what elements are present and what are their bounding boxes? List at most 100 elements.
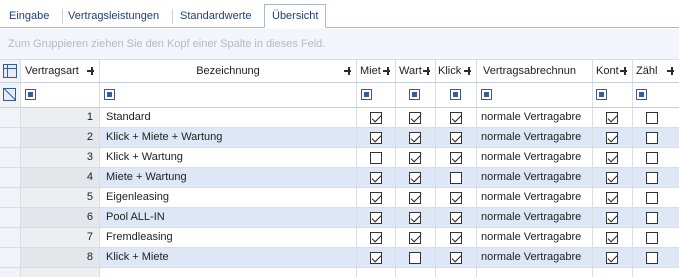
klick-checkbox[interactable] [450, 112, 462, 124]
cell-bezeichnung[interactable]: Klick + Wartung [100, 148, 357, 167]
filter-operator-icon[interactable] [104, 89, 115, 100]
cell-zaehl[interactable] [633, 248, 679, 267]
cell-zaehl[interactable] [633, 268, 679, 277]
cell-miet[interactable] [357, 208, 396, 227]
kont-checkbox[interactable] [606, 192, 618, 204]
row-indicator[interactable] [0, 128, 21, 147]
filter-cell-wart[interactable] [396, 83, 436, 107]
wart-checkbox[interactable] [409, 172, 421, 184]
cell-bezeichnung[interactable]: Fremdleasing [100, 228, 357, 247]
table-row[interactable]: 2 Klick + Miete + Wartung normale Vertra… [0, 128, 679, 148]
pin-icon[interactable] [620, 67, 629, 75]
column-header-klick[interactable]: Klick [436, 60, 477, 82]
cell-vertragsabrechnung[interactable]: normale Vertragabre [477, 208, 593, 227]
filter-cell-miet[interactable] [357, 83, 396, 107]
klick-checkbox[interactable] [450, 252, 462, 264]
cell-wart[interactable] [396, 148, 436, 167]
cell-klick[interactable] [436, 128, 477, 147]
cell-wart[interactable] [396, 168, 436, 187]
wart-checkbox[interactable] [409, 112, 421, 124]
cell-bezeichnung[interactable]: Klick + Miete + Wartung [100, 128, 357, 147]
column-header-miet[interactable]: Miet [357, 60, 396, 82]
cell-wart[interactable] [396, 188, 436, 207]
column-header-kont[interactable]: Kont [593, 60, 633, 82]
cell-kont[interactable] [593, 168, 633, 187]
cell-vertragsart[interactable]: 5 [21, 188, 100, 207]
cell-kont[interactable] [593, 268, 633, 277]
group-by-panel[interactable]: Zum Gruppieren ziehen Sie den Kopf einer… [0, 29, 679, 60]
kont-checkbox[interactable] [606, 232, 618, 244]
cell-kont[interactable] [593, 108, 633, 127]
cell-miet[interactable] [357, 248, 396, 267]
cell-wart[interactable] [396, 268, 436, 277]
kont-checkbox[interactable] [606, 132, 618, 144]
zaehl-checkbox[interactable] [646, 232, 658, 244]
cell-vertragsart[interactable]: 3 [21, 148, 100, 167]
cell-bezeichnung[interactable]: Eigenleasing [100, 188, 357, 207]
cell-wart[interactable] [396, 208, 436, 227]
cell-miet[interactable] [357, 268, 396, 277]
table-row[interactable]: 7 Fremdleasing normale Vertragabre [0, 228, 679, 248]
zaehl-checkbox[interactable] [646, 132, 658, 144]
kont-checkbox[interactable] [606, 212, 618, 224]
clear-filter-button[interactable] [0, 83, 21, 107]
cell-kont[interactable] [593, 148, 633, 167]
cell-kont[interactable] [593, 188, 633, 207]
table-row[interactable]: 3 Klick + Wartung normale Vertragabre [0, 148, 679, 168]
cell-zaehl[interactable] [633, 188, 679, 207]
miet-checkbox[interactable] [370, 252, 382, 264]
table-row[interactable]: 5 Eigenleasing normale Vertragabre [0, 188, 679, 208]
filter-cell-vertragsart[interactable] [21, 83, 100, 107]
cell-kont[interactable] [593, 248, 633, 267]
filter-operator-icon[interactable] [409, 89, 420, 100]
pin-icon[interactable] [383, 67, 392, 75]
cell-vertragsabrechnung[interactable]: normale Vertragabre [477, 108, 593, 127]
column-chooser-button[interactable] [0, 60, 21, 82]
cell-klick[interactable] [436, 188, 477, 207]
tab-vertragsleistungen[interactable]: Vertragsleistungen [61, 5, 166, 28]
filter-cell-klick[interactable] [436, 83, 477, 107]
tab-standardwerte[interactable]: Standardwerte [173, 5, 259, 28]
tab-eingabe[interactable]: Eingabe [2, 5, 56, 28]
zaehl-checkbox[interactable] [646, 252, 658, 264]
cell-klick[interactable] [436, 248, 477, 267]
klick-checkbox[interactable] [450, 132, 462, 144]
cell-kont[interactable] [593, 208, 633, 227]
row-indicator[interactable] [0, 268, 21, 277]
cell-klick[interactable] [436, 148, 477, 167]
row-indicator[interactable] [0, 148, 21, 167]
wart-checkbox[interactable] [409, 192, 421, 204]
cell-vertragsart[interactable]: 4 [21, 168, 100, 187]
cell-zaehl[interactable] [633, 228, 679, 247]
klick-checkbox[interactable] [450, 192, 462, 204]
wart-checkbox[interactable] [409, 212, 421, 224]
cell-vertragsabrechnung[interactable]: normale Vertragabre [477, 128, 593, 147]
zaehl-checkbox[interactable] [646, 172, 658, 184]
row-indicator[interactable] [0, 228, 21, 247]
kont-checkbox[interactable] [606, 112, 618, 124]
cell-miet[interactable] [357, 128, 396, 147]
cell-vertragsart[interactable] [21, 268, 100, 277]
cell-miet[interactable] [357, 228, 396, 247]
cell-zaehl[interactable] [633, 148, 679, 167]
column-header-zaehl[interactable]: Zähl [633, 60, 679, 82]
table-row[interactable]: 4 Miete + Wartung normale Vertragabre [0, 168, 679, 188]
column-header-vertragsart[interactable]: Vertragsart [21, 60, 100, 82]
cell-zaehl[interactable] [633, 208, 679, 227]
column-header-wart[interactable]: Wart [396, 60, 436, 82]
cell-kont[interactable] [593, 128, 633, 147]
pin-icon[interactable] [344, 67, 353, 75]
table-row[interactable]: 1 Standard normale Vertragabre [0, 108, 679, 128]
cell-miet[interactable] [357, 108, 396, 127]
cell-vertragsabrechnung[interactable]: normale Vertragabre [477, 188, 593, 207]
cell-wart[interactable] [396, 128, 436, 147]
filter-operator-icon[interactable] [25, 89, 36, 100]
klick-checkbox[interactable] [450, 232, 462, 244]
cell-klick[interactable] [436, 268, 477, 277]
filter-cell-kont[interactable] [593, 83, 633, 107]
column-header-vertragsabrechnung[interactable]: Vertragsabrechnun [477, 60, 593, 82]
cell-vertragsabrechnung[interactable]: normale Vertragabre [477, 168, 593, 187]
cell-vertragsart[interactable]: 1 [21, 108, 100, 127]
zaehl-checkbox[interactable] [646, 212, 658, 224]
filter-operator-icon[interactable] [481, 89, 492, 100]
